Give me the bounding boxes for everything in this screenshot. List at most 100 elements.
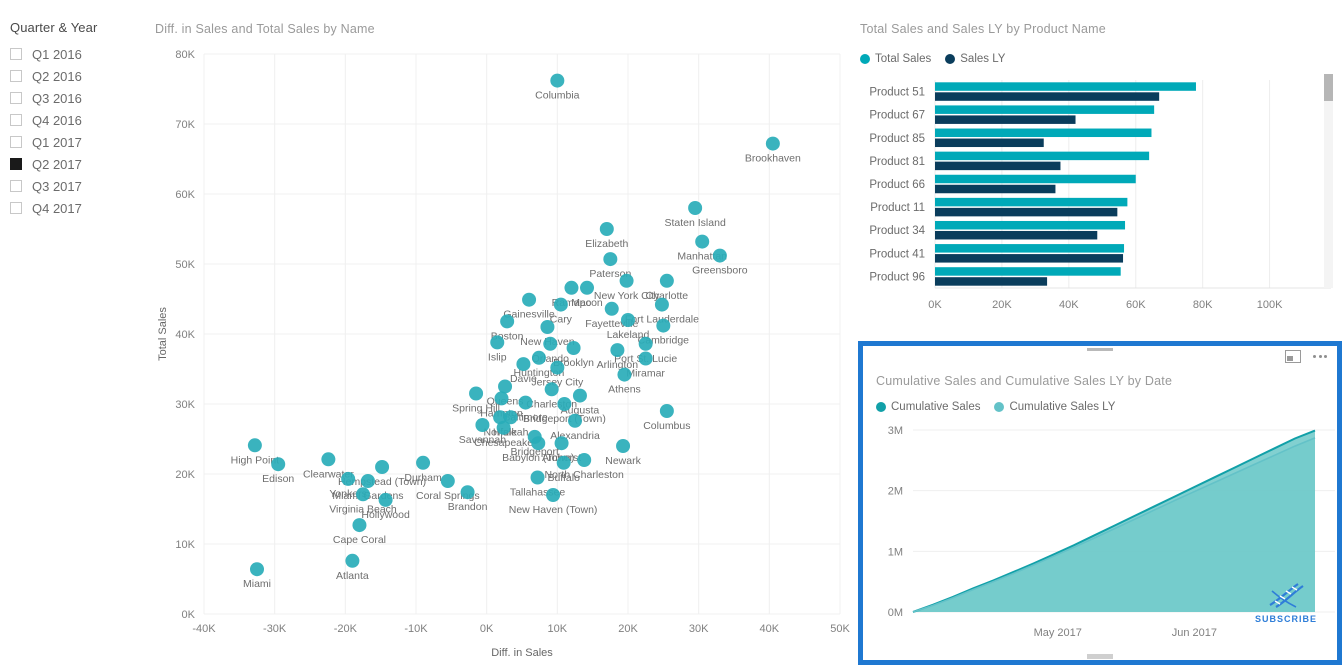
bar-chart-canvas[interactable]: 0K 20K 40K 60K 80K 100K Product 51 Product 67 Pr…: [855, 74, 1342, 336]
scatter-point-marker[interactable]: [564, 280, 579, 295]
scatter-point-marker[interactable]: [638, 351, 653, 366]
scatter-point-marker[interactable]: [321, 452, 336, 467]
checkbox-icon[interactable]: [10, 180, 22, 192]
bar-segment[interactable]: [935, 254, 1124, 263]
slicer-item-q2-2017[interactable]: Q2 2017: [10, 154, 150, 174]
scatter-point-marker[interactable]: [490, 335, 505, 350]
checkbox-icon[interactable]: [10, 70, 22, 82]
scatter-point-marker[interactable]: [518, 395, 533, 410]
scatter-point-marker[interactable]: [440, 474, 455, 488]
scatter-point-marker[interactable]: [531, 350, 546, 365]
scatter-point-marker[interactable]: [530, 470, 545, 485]
scatter-point-marker[interactable]: [475, 418, 490, 432]
legend-item[interactable]: Total Sales: [860, 53, 931, 65]
scatter-point-marker[interactable]: [553, 297, 568, 312]
bar-segment[interactable]: [935, 161, 1061, 171]
slicer-item-q1-2016[interactable]: Q1 2016: [10, 44, 150, 64]
bar-segment[interactable]: [935, 92, 1160, 101]
scatter-point-marker[interactable]: [566, 341, 581, 355]
scatter-point-marker[interactable]: [416, 455, 431, 470]
slicer-item-q4-2017[interactable]: Q4 2017: [10, 198, 150, 218]
bar-segment[interactable]: [935, 244, 1125, 253]
scatter-point-marker[interactable]: [688, 201, 703, 215]
scatter-point-marker[interactable]: [546, 488, 561, 502]
scatter-point-marker[interactable]: [341, 471, 356, 486]
bar-segment[interactable]: [935, 115, 1076, 124]
scatter-point-marker[interactable]: [522, 292, 537, 307]
scatter-point-marker[interactable]: [616, 439, 631, 453]
scatter-point-marker[interactable]: [617, 367, 632, 382]
scatter-point-marker[interactable]: [603, 252, 618, 267]
bar-segment[interactable]: [935, 277, 1048, 286]
scatter-point-marker[interactable]: [469, 386, 484, 401]
scatter-point-marker[interactable]: [345, 553, 360, 568]
scatter-point-marker[interactable]: [460, 485, 475, 500]
scatter-point-marker[interactable]: [554, 436, 569, 451]
scatter-point-marker[interactable]: [656, 318, 671, 333]
scatter-point-marker[interactable]: [580, 280, 595, 295]
bar-segment[interactable]: [935, 230, 1098, 240]
bar-segment[interactable]: [935, 197, 1128, 207]
scatter-point-marker[interactable]: [375, 460, 390, 474]
scatter-point-marker[interactable]: [500, 314, 515, 329]
slicer-item-q2-2016[interactable]: Q2 2016: [10, 66, 150, 86]
bar-chart-scrollbar-thumb[interactable]: [1324, 74, 1333, 101]
scatter-point-marker[interactable]: [516, 357, 531, 372]
scatter-point-marker[interactable]: [568, 413, 582, 428]
scatter-point-marker[interactable]: [540, 320, 555, 334]
scatter-point-marker[interactable]: [360, 474, 375, 488]
scatter-point-marker[interactable]: [498, 379, 513, 394]
scatter-point-marker[interactable]: [695, 234, 710, 249]
slicer-item-q3-2017[interactable]: Q3 2017: [10, 176, 150, 196]
scatter-plot-canvas[interactable]: -40K -30K -20K -10K 0K 10K 20K 30K 40K 50K 0K 10K 20…: [152, 36, 852, 660]
area-chart-canvas[interactable]: 0M 1M 2M 3M May 2017 Jun 2017: [863, 420, 1342, 660]
focus-mode-icon[interactable]: [1285, 350, 1301, 363]
legend-item[interactable]: Cumulative Sales LY: [994, 401, 1115, 413]
scatter-point-marker[interactable]: [621, 313, 635, 327]
scatter-point-marker[interactable]: [659, 404, 674, 418]
scatter-point-marker[interactable]: [550, 360, 565, 375]
scatter-point-marker[interactable]: [247, 438, 262, 453]
scatter-point-marker[interactable]: [352, 518, 367, 533]
resize-handle-top[interactable]: [1087, 348, 1113, 351]
checkbox-icon[interactable]: [10, 136, 22, 148]
bar-segment[interactable]: [935, 220, 1126, 230]
scatter-point-marker[interactable]: [659, 273, 674, 288]
slicer-item-q1-2017[interactable]: Q1 2017: [10, 132, 150, 152]
checkbox-icon[interactable]: [10, 158, 22, 170]
scatter-point-marker[interactable]: [572, 388, 587, 403]
scatter-point-marker[interactable]: [496, 420, 511, 435]
scatter-point-marker[interactable]: [356, 487, 370, 502]
bar-segment[interactable]: [935, 151, 1150, 161]
slicer-item-q4-2016[interactable]: Q4 2016: [10, 110, 150, 130]
scatter-point-marker[interactable]: [599, 222, 614, 236]
bar-segment[interactable]: [935, 267, 1121, 276]
scatter-point-marker[interactable]: [531, 436, 546, 451]
resize-handle-bottom[interactable]: [1087, 654, 1113, 659]
bar-segment[interactable]: [935, 128, 1152, 138]
scatter-point-marker[interactable]: [543, 336, 558, 351]
scatter-point-marker[interactable]: [378, 492, 393, 507]
bar-segment[interactable]: [935, 174, 1136, 184]
scatter-point-marker[interactable]: [604, 301, 619, 316]
bar-chart-scrollbar[interactable]: [1324, 74, 1333, 288]
bar-chart-visual[interactable]: Total Sales and Sales LY by Product Name…: [855, 18, 1342, 338]
legend-item[interactable]: Cumulative Sales: [876, 401, 980, 413]
area-chart-visual-selected[interactable]: Cumulative Sales and Cumulative Sales LY…: [858, 341, 1342, 665]
scatter-point-marker[interactable]: [577, 453, 592, 467]
scatter-point-marker[interactable]: [610, 343, 625, 358]
scatter-point-marker[interactable]: [765, 136, 780, 151]
scatter-point-marker[interactable]: [619, 273, 634, 288]
slicer-item-q3-2016[interactable]: Q3 2016: [10, 88, 150, 108]
scatter-point-marker[interactable]: [550, 73, 565, 88]
bar-segment[interactable]: [935, 105, 1155, 114]
checkbox-icon[interactable]: [10, 92, 22, 104]
more-options-icon[interactable]: [1313, 355, 1327, 358]
scatter-point-marker[interactable]: [544, 382, 559, 397]
bar-segment[interactable]: [935, 82, 1196, 91]
scatter-point-marker[interactable]: [638, 336, 653, 351]
scatter-point-marker[interactable]: [654, 297, 669, 312]
scatter-point-marker[interactable]: [712, 248, 727, 263]
scatter-point-marker[interactable]: [556, 455, 571, 470]
legend-item[interactable]: Sales LY: [945, 53, 1005, 65]
